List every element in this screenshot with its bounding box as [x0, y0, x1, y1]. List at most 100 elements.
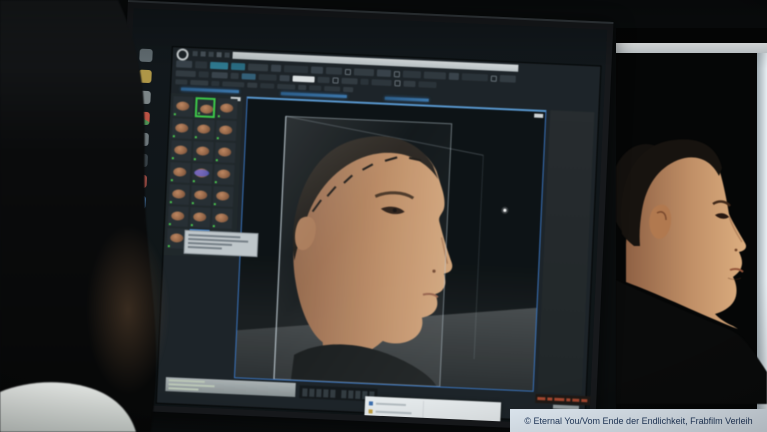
toolbar-button[interactable] [332, 77, 338, 83]
segment-button[interactable] [309, 388, 314, 396]
nostril [735, 249, 738, 252]
toolbar-button[interactable] [298, 85, 306, 90]
side-panel [538, 110, 595, 394]
toolbar-button[interactable] [360, 79, 368, 85]
menu-item-icon [368, 425, 372, 426]
toolbar-button[interactable] [247, 83, 257, 88]
header-icon-4[interactable] [217, 52, 222, 57]
glass-case-front [274, 116, 452, 386]
menu-item-icon [369, 401, 373, 405]
toolbar-button[interactable] [418, 81, 436, 88]
toolbar-button[interactable] [371, 79, 391, 86]
warning-text-dash [537, 397, 545, 400]
toolbar-button[interactable] [231, 73, 239, 79]
segment-button[interactable] [302, 388, 307, 396]
scan-thumbnail-head [215, 213, 228, 223]
profile-reference-photo [616, 54, 767, 404]
thumbnail-status-dot [216, 159, 218, 161]
segment-button[interactable] [341, 390, 346, 398]
viewport-scene [235, 99, 545, 391]
menu-item-icon [369, 409, 373, 413]
toolbar-button[interactable] [231, 63, 245, 71]
segment-button[interactable] [323, 389, 328, 397]
toolbar-button[interactable] [277, 84, 295, 90]
toolbar-button[interactable] [311, 66, 323, 74]
white-titlebar-strip [616, 43, 767, 53]
toolbar-button[interactable] [309, 85, 321, 91]
toolbar-button[interactable] [259, 74, 277, 81]
scan-thumbnail-head [217, 169, 230, 179]
thumbnail-status-dot [217, 137, 219, 139]
toolbar-button[interactable] [345, 68, 351, 74]
toolbar-button[interactable] [248, 64, 268, 72]
toolbar-button[interactable] [403, 71, 421, 79]
toolbar-button[interactable] [222, 81, 244, 87]
scan-thumbnail[interactable] [213, 186, 234, 207]
segment-button[interactable] [316, 388, 321, 396]
warning-text-dash [566, 398, 570, 401]
toolbar-button[interactable] [354, 68, 374, 76]
toolbar-button[interactable] [341, 78, 357, 85]
scan-thumbnail-head [219, 125, 232, 135]
toolbar-button[interactable] [424, 72, 446, 80]
menu-item-label [376, 402, 406, 405]
scan-thumbnail[interactable] [215, 142, 236, 163]
toolbar-button[interactable] [279, 75, 289, 81]
toolbar-button[interactable] [343, 87, 353, 92]
warning-status-bar [535, 394, 603, 406]
header-icon-5[interactable] [224, 52, 229, 57]
toolbar-button[interactable] [242, 73, 256, 80]
warning-text-dash [572, 399, 579, 402]
toolbar-button[interactable] [449, 73, 459, 80]
thumbnail-status-dot [214, 203, 216, 205]
toolbar-button[interactable] [284, 65, 308, 73]
thumbnail-status-dot [213, 225, 215, 227]
toolbar-button[interactable] [403, 81, 415, 88]
menu-item[interactable] [368, 416, 397, 422]
viewport-3d[interactable] [234, 96, 546, 391]
toolbar-button[interactable] [212, 72, 228, 79]
person-cheek-hint [86, 225, 170, 395]
toolbar-button[interactable] [491, 75, 497, 81]
segment-button[interactable] [348, 390, 353, 398]
toolbar-button[interactable] [324, 86, 340, 92]
toolbar-button[interactable] [394, 80, 400, 86]
warning-text-dash [554, 398, 564, 401]
scan-thumbnail[interactable] [214, 164, 235, 185]
toolbar-button[interactable] [271, 65, 281, 72]
menu-item[interactable] [368, 408, 411, 415]
toolbar-button[interactable] [210, 62, 228, 70]
viewport-corner-button[interactable] [534, 114, 543, 118]
menu-item-icon [368, 417, 372, 421]
scan-thumbnail[interactable] [217, 98, 238, 119]
section-bar-2 [281, 92, 347, 98]
menu-item[interactable] [368, 424, 401, 425]
toolbar-button[interactable] [500, 75, 516, 83]
scan-thumbnail[interactable] [212, 208, 233, 229]
thumbnail-status-dot [215, 181, 217, 183]
toolbar-button[interactable] [260, 83, 274, 89]
scan-thumbnail-head [220, 103, 233, 113]
scan-editor-window [156, 46, 602, 423]
toolbar-button[interactable] [292, 76, 314, 83]
toolbar-button[interactable] [394, 71, 400, 77]
menu-item-label [375, 418, 397, 421]
menu-divider [421, 401, 424, 426]
toolbar-button[interactable] [326, 67, 342, 75]
toolbar-button[interactable] [211, 81, 219, 86]
warning-text-dash [581, 399, 587, 402]
scan-thumbnail-head [218, 147, 231, 157]
caption-text: © Eternal You/Vom Ende der Endlichkeit, … [524, 416, 752, 426]
warning-text-dash [547, 397, 552, 400]
menu-item[interactable] [369, 400, 406, 407]
toolbar-button[interactable] [317, 77, 329, 84]
segment-group-1 [302, 388, 335, 397]
segment-button[interactable] [330, 389, 335, 397]
scan-thumbnail[interactable] [216, 120, 237, 141]
toolbar-button[interactable] [462, 73, 488, 81]
segment-button[interactable] [355, 390, 360, 398]
toolbar-button[interactable] [377, 69, 391, 77]
section-bar-3 [385, 97, 429, 102]
scan-thumbnail-head [216, 191, 229, 201]
menu-item-label [376, 410, 412, 414]
